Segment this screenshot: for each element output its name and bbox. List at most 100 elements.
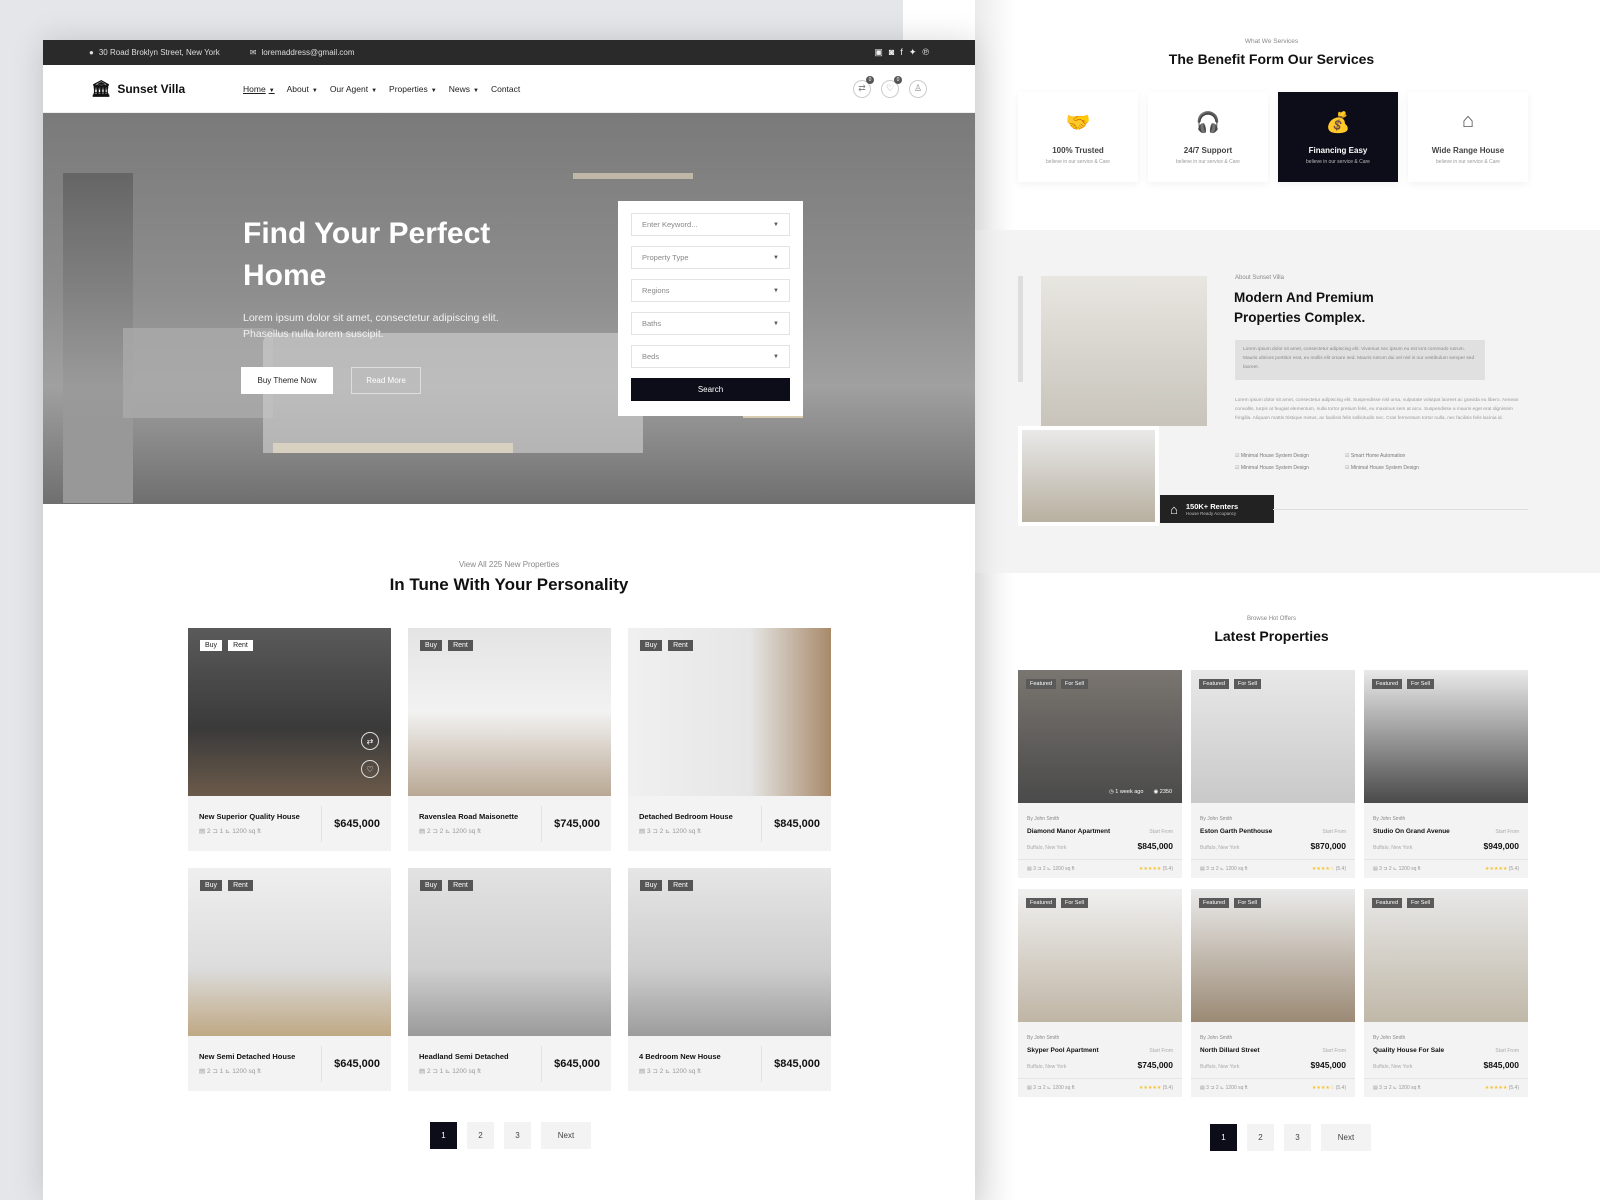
linkedin-icon[interactable]: ▣ <box>874 47 883 58</box>
author[interactable]: By John Smith <box>1364 803 1528 822</box>
latest-property-card[interactable]: Featured For Sell ◷ 1 week ago ◉ 2350 By Joh… <box>1018 670 1182 878</box>
property-name[interactable]: Detached Bedroom House <box>639 812 761 821</box>
tag-featured[interactable]: Featured <box>1199 679 1230 689</box>
tag-buy[interactable]: Buy <box>420 640 443 651</box>
tag-rent[interactable]: Rent <box>228 640 253 651</box>
nav-item-properties[interactable]: Properties ▼ <box>389 84 437 94</box>
tag-featured[interactable]: Featured <box>1026 679 1057 689</box>
latest-property-card[interactable]: Featured For Sell By John Smith Studio On G… <box>1364 670 1528 878</box>
tag-for-sell[interactable]: For Sell <box>1061 679 1088 689</box>
property-image[interactable]: Buy Rent <box>408 628 611 796</box>
tag-featured[interactable]: Featured <box>1026 898 1057 908</box>
page-3[interactable]: 3 <box>1284 1124 1311 1151</box>
buy-theme-button[interactable]: Buy Theme Now <box>241 367 333 394</box>
tag-buy[interactable]: Buy <box>640 640 663 651</box>
search-button[interactable]: Search <box>631 378 790 401</box>
tag-rent[interactable]: Rent <box>668 880 693 891</box>
author[interactable]: By John Smith <box>1018 1022 1182 1041</box>
tag-rent[interactable]: Rent <box>448 640 473 651</box>
property-name[interactable]: Ravenslea Road Maisonette <box>419 812 541 821</box>
property-name[interactable]: Skyper Pool Apartment <box>1027 1047 1099 1054</box>
property-image[interactable]: Featured For Sell <box>1191 670 1355 803</box>
property-name[interactable]: 4 Bedroom New House <box>639 1052 761 1061</box>
page-2[interactable]: 2 <box>467 1122 494 1149</box>
wishlist-button[interactable]: ♡ 0 <box>881 75 902 98</box>
section-subtitle[interactable]: View All 225 New Properties <box>43 560 975 569</box>
search-field-3[interactable]: Baths ▼ <box>631 312 790 335</box>
service-card[interactable]: 💰 Financing Easy believe in our service & … <box>1278 92 1398 182</box>
page-3[interactable]: 3 <box>504 1122 531 1149</box>
tag-featured[interactable]: Featured <box>1199 898 1230 908</box>
tag-featured[interactable]: Featured <box>1372 898 1403 908</box>
property-image[interactable]: Buy Rent ⇄ ♡ <box>188 628 391 796</box>
twitter-icon[interactable]: ✦ <box>909 47 917 58</box>
author[interactable]: By John Smith <box>1018 803 1182 822</box>
property-image[interactable]: Featured For Sell <box>1364 889 1528 1022</box>
property-image[interactable]: Featured For Sell ◷ 1 week ago ◉ 2350 <box>1018 670 1182 803</box>
search-field-1[interactable]: Property Type ▼ <box>631 246 790 269</box>
nav-item-contact[interactable]: Contact <box>491 84 520 94</box>
property-name[interactable]: Eston Garth Penthouse <box>1200 828 1272 835</box>
property-card[interactable]: Buy Rent Detached Bedroom House ▤ 3 ⊐ 2 ⊾ 1… <box>628 628 831 851</box>
read-more-button[interactable]: Read More <box>351 367 421 394</box>
tag-for-sell[interactable]: For Sell <box>1407 898 1434 908</box>
author[interactable]: By John Smith <box>1191 803 1355 822</box>
tag-rent[interactable]: Rent <box>228 880 253 891</box>
page-1[interactable]: 1 <box>430 1122 457 1149</box>
search-field-2[interactable]: Regions ▼ <box>631 279 790 302</box>
pinterest-icon[interactable]: ℗ <box>922 47 929 58</box>
tag-for-sell[interactable]: For Sell <box>1061 898 1088 908</box>
property-image[interactable]: Buy Rent <box>628 868 831 1036</box>
tag-for-sell[interactable]: For Sell <box>1234 898 1261 908</box>
search-field-0[interactable]: Enter Keyword... ▼ <box>631 213 790 236</box>
latest-property-card[interactable]: Featured For Sell By John Smith North Dilla… <box>1191 889 1355 1097</box>
property-image[interactable]: Buy Rent <box>408 868 611 1036</box>
property-card[interactable]: Buy Rent ⇄ ♡ New Superior Quality House ▤ 2 ⊐… <box>188 628 391 851</box>
tag-for-sell[interactable]: For Sell <box>1407 679 1434 689</box>
account-button[interactable]: ♙ <box>909 79 927 98</box>
nav-item-our-agent[interactable]: Our Agent ▼ <box>330 84 377 94</box>
nav-item-home[interactable]: Home ▼ <box>243 84 275 94</box>
latest-property-card[interactable]: Featured For Sell By John Smith Skyper Pool… <box>1018 889 1182 1097</box>
next-page-button[interactable]: Next <box>541 1122 591 1149</box>
compare-icon[interactable]: ⇄ <box>361 732 379 750</box>
search-field-4[interactable]: Beds ▼ <box>631 345 790 368</box>
page-2[interactable]: 2 <box>1247 1124 1274 1151</box>
property-name[interactable]: North Dillard Street <box>1200 1047 1260 1054</box>
nav-item-about[interactable]: About ▼ <box>287 84 318 94</box>
nav-item-news[interactable]: News ▼ <box>449 84 479 94</box>
property-name[interactable]: New Superior Quality House <box>199 812 321 821</box>
author[interactable]: By John Smith <box>1191 1022 1355 1041</box>
facebook-icon[interactable]: f <box>900 47 903 58</box>
tag-rent[interactable]: Rent <box>448 880 473 891</box>
service-card[interactable]: ⌂ Wide Range House believe in our service … <box>1408 92 1528 182</box>
property-image[interactable]: Featured For Sell <box>1018 889 1182 1022</box>
email[interactable]: ✉ loremaddress@gmail.com <box>250 48 355 57</box>
property-image[interactable]: Featured For Sell <box>1191 889 1355 1022</box>
logo[interactable]: 🏛 Sunset Villa <box>91 79 243 99</box>
page-1[interactable]: 1 <box>1210 1124 1237 1151</box>
property-image[interactable]: Buy Rent <box>188 868 391 1036</box>
heart-icon[interactable]: ♡ <box>361 760 379 778</box>
compare-button[interactable]: ⇄ 0 <box>853 75 874 98</box>
tag-buy[interactable]: Buy <box>420 880 443 891</box>
latest-property-card[interactable]: Featured For Sell By John Smith Quality Hou… <box>1364 889 1528 1097</box>
tag-for-sell[interactable]: For Sell <box>1234 679 1261 689</box>
instagram-icon[interactable]: ◙ <box>889 47 894 58</box>
tag-buy[interactable]: Buy <box>200 880 223 891</box>
service-card[interactable]: 🤝 100% Trusted believe in our service & Ca… <box>1018 92 1138 182</box>
tag-buy[interactable]: Buy <box>200 640 223 651</box>
property-card[interactable]: Buy Rent 4 Bedroom New House ▤ 3 ⊐ 2 ⊾ 1200… <box>628 868 831 1091</box>
property-name[interactable]: New Semi Detached House <box>199 1052 321 1061</box>
service-card[interactable]: 🎧 24/7 Support believe in our service & Ca… <box>1148 92 1268 182</box>
property-card[interactable]: Buy Rent New Semi Detached House ▤ 2 ⊐ 1 ⊾ … <box>188 868 391 1091</box>
property-name[interactable]: Headland Semi Detached <box>419 1052 541 1061</box>
author[interactable]: By John Smith <box>1364 1022 1528 1041</box>
tag-featured[interactable]: Featured <box>1372 679 1403 689</box>
next-page-button[interactable]: Next <box>1321 1124 1371 1151</box>
property-name[interactable]: Quality House For Sale <box>1373 1047 1444 1054</box>
property-card[interactable]: Buy Rent Ravenslea Road Maisonette ▤ 2 ⊐ 2 … <box>408 628 611 851</box>
property-image[interactable]: Buy Rent <box>628 628 831 796</box>
latest-property-card[interactable]: Featured For Sell By John Smith Eston Garth… <box>1191 670 1355 878</box>
property-card[interactable]: Buy Rent Headland Semi Detached ▤ 2 ⊐ 1 ⊾ 1… <box>408 868 611 1091</box>
